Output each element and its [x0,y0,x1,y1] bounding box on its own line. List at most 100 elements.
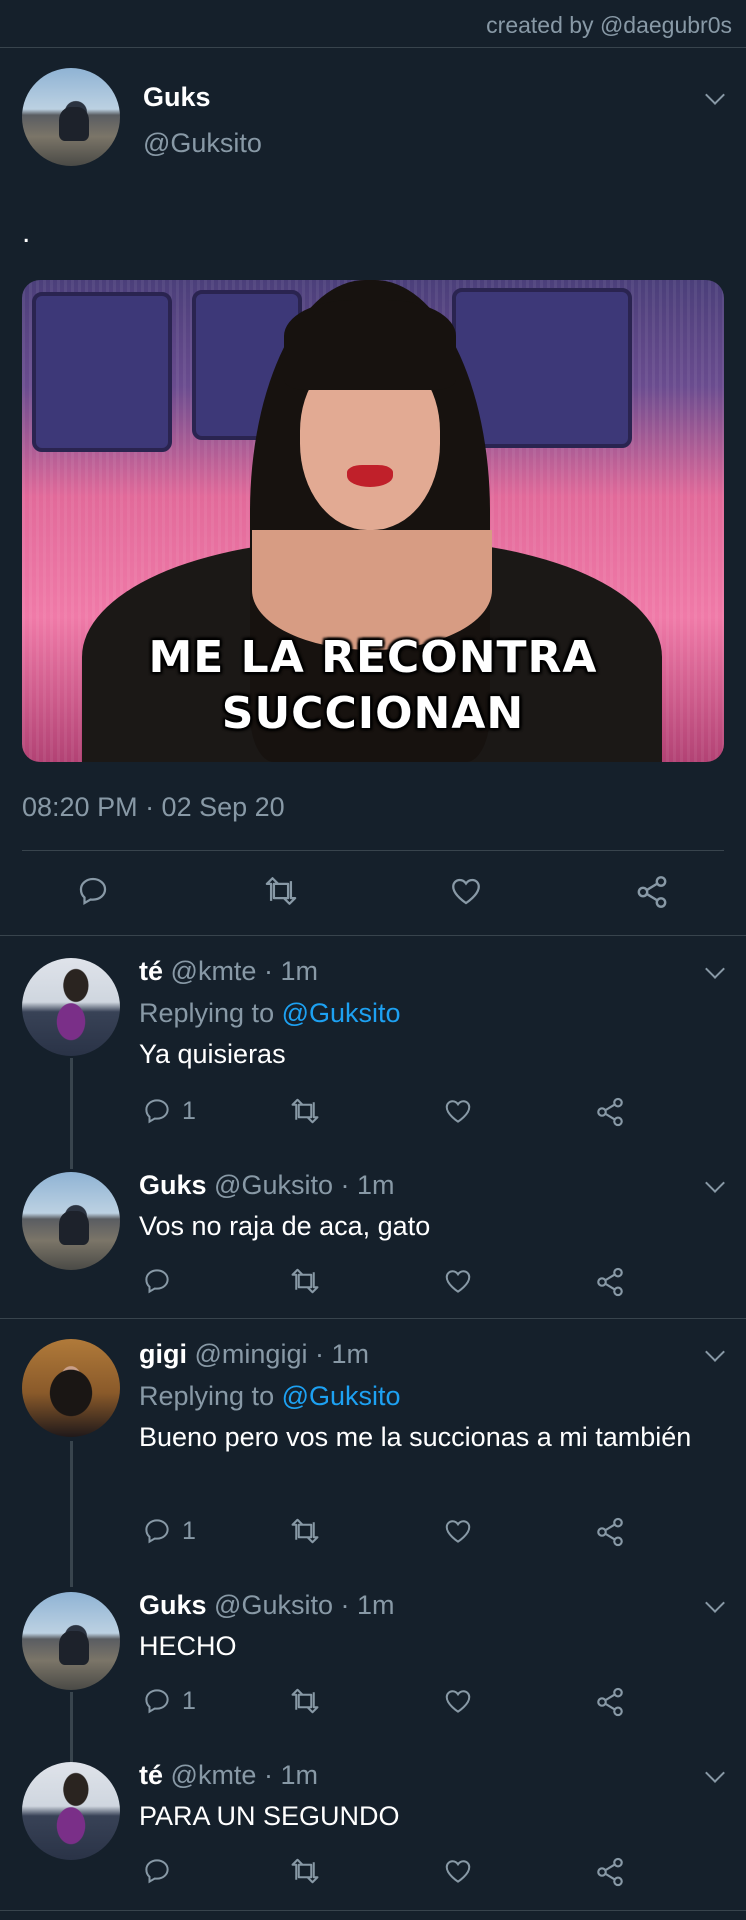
replying-prefix: Replying to [139,1381,282,1411]
author-meta: @kmte · 1m [170,956,318,986]
share-icon [597,1517,623,1547]
chevron-down-icon[interactable] [705,1763,725,1783]
reply-text: PARA UN SEGUNDO [139,1801,400,1831]
retweet-button[interactable] [288,1516,322,1546]
chevron-down-icon[interactable] [705,1342,725,1362]
reply-count: 1 [182,1516,196,1545]
retweet-button[interactable] [288,1856,322,1886]
reply-button[interactable] [142,1856,182,1886]
like-icon [445,1100,471,1123]
reply-icon [145,1859,169,1884]
share-button[interactable] [634,874,670,910]
divider [0,1910,746,1911]
avatar[interactable] [22,1339,120,1437]
media-figure-mouth [347,465,393,487]
replying-to: Replying to @Guksito [139,998,401,1029]
like-button[interactable] [442,1266,474,1296]
share-icon [597,1267,623,1297]
like-icon [445,1690,471,1713]
like-icon [445,1520,471,1543]
reply-button[interactable] [142,1266,182,1296]
avatar[interactable] [22,958,120,1056]
reply-text: Ya quisieras [139,1039,286,1069]
avatar[interactable] [22,1762,120,1860]
author-meta: @kmte · 1m [170,1760,318,1790]
author-name: té [139,956,164,986]
reply-author[interactable]: té @kmte · 1m [139,956,318,987]
author-name[interactable]: Guks [143,82,211,113]
media-caption-line1: ME LA RECONTRA [148,632,598,683]
retweet-icon [291,1688,319,1714]
retweet-icon [291,1858,319,1884]
reply-icon [79,877,107,906]
reply-button[interactable]: 1 [142,1096,196,1126]
chevron-down-icon[interactable] [705,85,725,105]
media-figure-bangs [284,300,456,390]
reply-author[interactable]: Guks @Guksito · 1m [139,1170,395,1201]
retweet-icon [291,1518,319,1544]
media-caption-line2: SUCCIONAN [221,688,525,739]
author-handle[interactable]: @Guksito [143,128,262,159]
reply-button[interactable]: 1 [142,1686,196,1716]
author-name: gigi [139,1339,187,1369]
media-window [32,292,172,452]
chevron-down-icon[interactable] [705,1593,725,1613]
tweet-media[interactable]: ME LA RECONTRA SUCCIONAN [22,280,724,762]
reply-author[interactable]: té @kmte · 1m [139,1760,318,1791]
replying-to-link[interactable]: @Guksito [282,998,401,1028]
author-name: Guks [139,1170,207,1200]
author-meta: @Guksito · 1m [214,1590,395,1620]
reply-text: Vos no raja de aca, gato [139,1211,431,1241]
reply-button[interactable] [76,874,110,908]
share-icon [597,1687,623,1717]
avatar[interactable] [22,68,120,166]
like-icon [452,878,480,905]
avatar[interactable] [22,1172,120,1270]
author-meta: @Guksito · 1m [214,1170,395,1200]
reply-button[interactable]: 1 [142,1516,196,1546]
tweet-timestamp[interactable]: 08:20 PM · 02 Sep 20 [22,792,285,823]
like-button[interactable] [442,1686,474,1716]
like-button[interactable] [448,874,484,908]
retweet-button[interactable] [288,1096,322,1126]
reply-icon [145,1269,169,1294]
retweet-button[interactable] [288,1686,322,1716]
share-button[interactable] [594,1096,626,1128]
reply-text: HECHO [139,1631,237,1661]
thread-line [70,1441,73,1587]
share-button[interactable] [594,1686,626,1718]
reply-tweet[interactable]: té @kmte · 1m PARA UN SEGUNDO [0,1748,746,1908]
share-icon [637,876,667,908]
share-icon [597,1857,623,1887]
main-tweet: Guks @Guksito . ME LA RECONTRA SUCCIONAN… [0,48,746,936]
share-icon [597,1097,623,1127]
reply-author[interactable]: gigi @mingigi · 1m [139,1339,369,1370]
replying-to-link[interactable]: @Guksito [282,1381,401,1411]
chevron-down-icon[interactable] [705,959,725,979]
retweet-button[interactable] [262,874,300,908]
credit-text: created by @daegubr0s [486,12,732,38]
like-icon [445,1860,471,1883]
author-name: té [139,1760,164,1790]
like-button[interactable] [442,1516,474,1546]
reply-tweet[interactable]: té @kmte · 1m Replying to @Guksito Ya qu… [0,936,746,1103]
reply-author[interactable]: Guks @Guksito · 1m [139,1590,395,1621]
share-button[interactable] [594,1266,626,1298]
avatar[interactable] [22,1592,120,1690]
like-button[interactable] [442,1856,474,1886]
like-icon [445,1270,471,1293]
like-button[interactable] [442,1096,474,1126]
retweet-button[interactable] [288,1266,322,1296]
top-bar: created by @daegubr0s [0,0,746,48]
reply-text: Bueno pero vos me la succionas a mi tamb… [139,1422,692,1452]
chevron-down-icon[interactable] [705,1173,725,1193]
reply-tweet[interactable]: Guks @Guksito · 1m HECHO [0,1580,746,1730]
share-button[interactable] [594,1516,626,1548]
reply-tweet[interactable]: Guks @Guksito · 1m Vos no raja de aca, g… [0,1160,746,1316]
reply-tweet[interactable]: gigi @mingigi · 1m Replying to @Guksito … [0,1319,746,1519]
reply-count: 1 [182,1096,196,1125]
reply-icon [145,1519,169,1544]
replying-prefix: Replying to [139,998,282,1028]
share-button[interactable] [594,1856,626,1888]
reply-icon [145,1689,169,1714]
